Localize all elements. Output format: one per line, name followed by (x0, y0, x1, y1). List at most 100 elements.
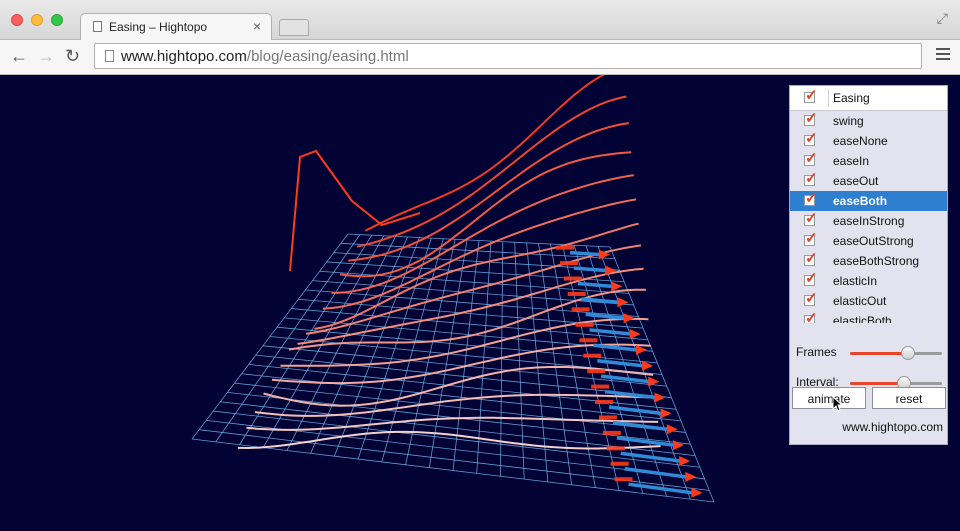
list-item-elasticIn[interactable]: elasticIn (790, 269, 947, 291)
easing-control-panel: Easing swing easeNone easeIn easeOut easeBot… (789, 85, 948, 445)
item-checkbox[interactable] (804, 169, 818, 189)
arrow-label-tag (610, 461, 629, 466)
frames-slider[interactable] (850, 346, 942, 360)
arrow-label-tag (583, 353, 602, 358)
tab-close-icon[interactable]: × (253, 18, 261, 34)
list-item-label: easeOut (833, 174, 879, 188)
column-divider (828, 89, 829, 107)
list-item-elasticBoth[interactable]: elasticBoth (790, 309, 947, 323)
arrow-shaft (624, 467, 687, 479)
arrow-shaft (628, 482, 693, 495)
tab-title: Easing – Hightopo (109, 20, 208, 34)
grid-line (340, 242, 615, 259)
list-item-label: easeInStrong (833, 214, 905, 228)
item-checkbox[interactable] (804, 289, 818, 309)
item-checkbox[interactable] (804, 129, 818, 149)
browser-tab[interactable]: Easing – Hightopo × (80, 13, 272, 40)
hamburger-menu-icon[interactable] (936, 48, 950, 60)
interval-slider[interactable] (850, 376, 942, 390)
close-window-button[interactable] (11, 14, 23, 26)
item-checkbox[interactable] (804, 269, 818, 289)
item-checkbox[interactable] (804, 309, 818, 323)
frames-label: Frames (796, 345, 837, 359)
address-bar[interactable]: www.hightopo.com/blog/easing/easing.html (94, 43, 922, 69)
arrow-head (629, 329, 641, 340)
arrow-label-tag (606, 446, 625, 451)
frames-slider-knob[interactable] (900, 346, 915, 360)
list-item-easeNone[interactable]: easeNone (790, 129, 947, 151)
back-arrow-icon[interactable]: ← (10, 46, 28, 66)
arrow-label-tag (556, 245, 575, 250)
fullscreen-icon[interactable]: ⤢ (937, 10, 948, 27)
list-item-easeInStrong[interactable]: easeInStrong (790, 209, 947, 231)
arrow-label-tag (567, 291, 586, 296)
easing-curves (237, 75, 661, 450)
animate-button[interactable]: animate (792, 387, 866, 409)
arrow-label-tag (579, 338, 598, 343)
list-item-easeOutStrong[interactable]: easeOutStrong (790, 229, 947, 251)
arrow-shaft (577, 281, 613, 289)
reload-icon[interactable]: ↻ (65, 46, 80, 66)
easing-list[interactable]: Easing swing easeNone easeIn easeOut easeBot… (790, 86, 947, 323)
maximize-window-button[interactable] (51, 14, 63, 26)
list-item-easeIn[interactable]: easeIn (790, 149, 947, 171)
list-item-swing[interactable]: swing (790, 109, 947, 131)
list-header[interactable]: Easing (790, 86, 947, 111)
list-item-label: swing (833, 114, 864, 128)
list-item-label: easeBothStrong (833, 254, 920, 268)
list-item-label: elasticOut (833, 294, 887, 308)
item-checkbox[interactable] (804, 149, 818, 169)
list-item-label: easeOutStrong (833, 234, 914, 248)
arrow-head (679, 456, 691, 467)
url-text[interactable]: www.hightopo.com/blog/easing/easing.html (121, 48, 409, 65)
grid-line (347, 233, 611, 248)
item-checkbox[interactable] (804, 189, 818, 209)
minimize-window-button[interactable] (31, 14, 43, 26)
new-tab-button[interactable] (279, 19, 309, 36)
url-path: /blog/easing/easing.html (246, 48, 409, 65)
easing-curve (237, 430, 661, 450)
arrow-head (666, 424, 678, 435)
arrow-shaft (597, 358, 644, 368)
arrow-shaft (589, 328, 631, 336)
credit-link[interactable]: www.hightopo.com (842, 420, 943, 434)
list-header-label: Easing (833, 91, 870, 105)
arrow-label-tag (602, 430, 621, 435)
arrow-label-tag (614, 477, 633, 482)
list-item-label: elasticBoth (833, 314, 892, 323)
arrow-label-tag (595, 400, 614, 405)
reset-button[interactable]: reset (872, 387, 946, 409)
item-checkbox[interactable] (804, 229, 818, 249)
arrow-head (672, 440, 684, 451)
arrow-label-tag (587, 369, 606, 374)
list-item-elasticOut[interactable]: elasticOut (790, 289, 947, 311)
document-icon (105, 50, 114, 62)
interval-slider-fill (850, 382, 905, 385)
list-item-label: easeBoth (833, 194, 888, 208)
list-item-label: easeIn (833, 154, 870, 168)
arrow-head (617, 297, 629, 308)
header-checkbox[interactable] (804, 86, 818, 106)
list-item-label: elasticIn (833, 274, 878, 288)
arrow-head (685, 471, 697, 482)
item-checkbox[interactable] (804, 209, 818, 229)
easing-curve (297, 267, 644, 345)
arrow-head (660, 408, 672, 419)
arrow-shaft (569, 250, 600, 257)
mouse-pointer-icon (832, 396, 844, 412)
arrow-shaft (593, 343, 638, 352)
page-viewport: Easing swing easeNone easeIn easeOut easeBot… (0, 75, 960, 531)
frames-slider-fill (850, 352, 908, 355)
url-host: www.hightopo.com (121, 48, 247, 65)
arrow-head (623, 313, 635, 324)
item-checkbox[interactable] (804, 109, 818, 129)
list-item-label: easeNone (833, 134, 888, 148)
easing-curve (364, 75, 606, 232)
list-item-easeOut[interactable]: easeOut (790, 169, 947, 191)
frames-slider-row: Frames (790, 341, 947, 365)
list-item-easeBoth[interactable]: easeBoth (790, 189, 947, 211)
arrow-shaft (620, 451, 681, 463)
list-item-easeBothStrong[interactable]: easeBothStrong (790, 249, 947, 271)
forward-arrow-icon[interactable]: → (37, 46, 55, 66)
item-checkbox[interactable] (804, 249, 818, 269)
